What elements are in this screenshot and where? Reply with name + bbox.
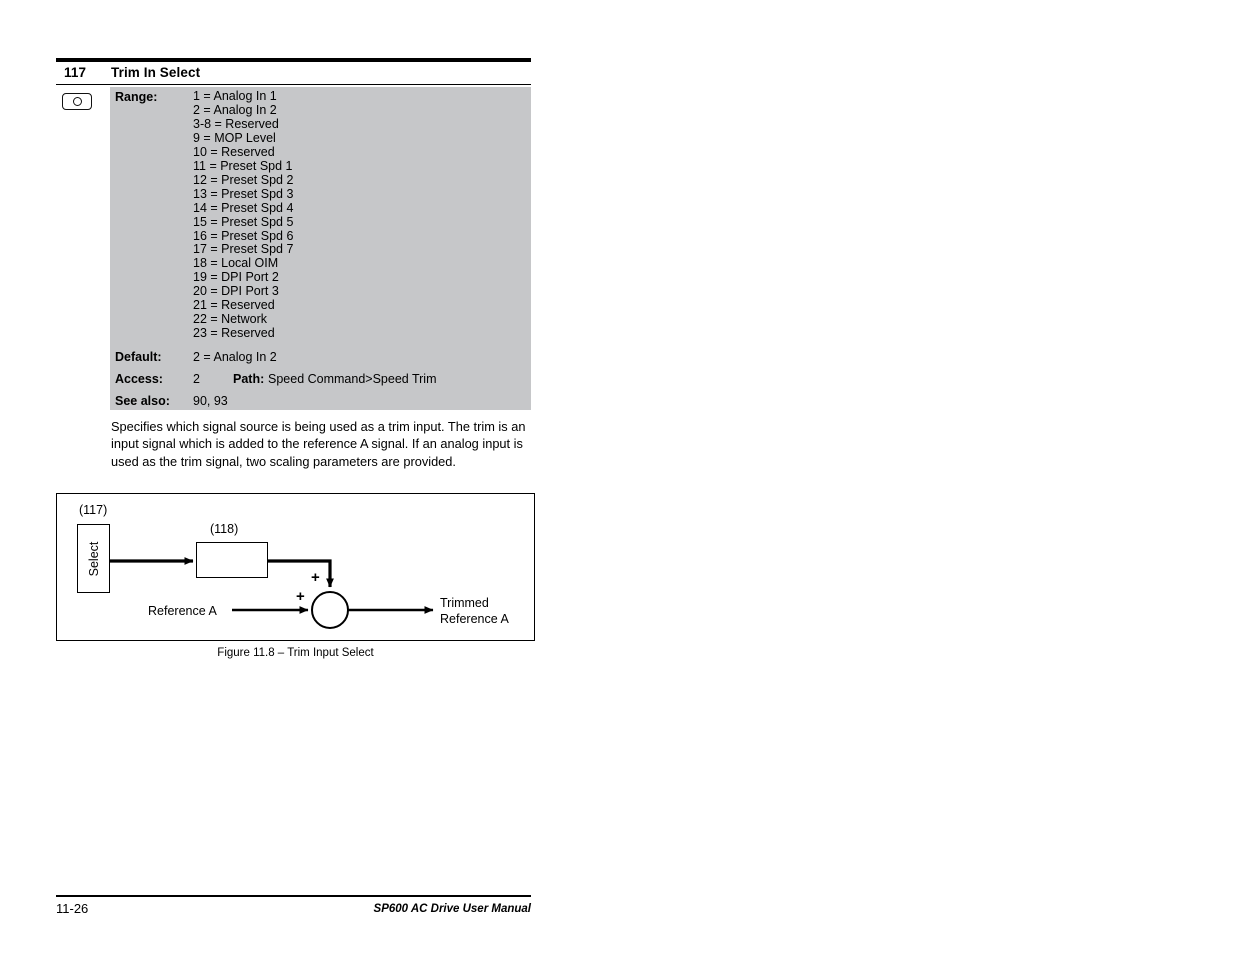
trim-signal-path <box>268 559 334 588</box>
figure-diagram <box>110 551 434 629</box>
switch-block <box>196 542 268 578</box>
figure-caption: Figure 11.8 – Trim Input Select <box>217 647 374 659</box>
figure-param-118-label: (118) <box>210 522 239 536</box>
sum-plus-sign-top: + <box>311 569 320 586</box>
select-block-label: Select <box>86 541 101 576</box>
summing-junction <box>311 591 349 629</box>
select-block: Select <box>77 524 110 593</box>
figure-output-label-line2: Reference A <box>440 612 509 626</box>
sum-plus-sign-left: + <box>296 588 305 605</box>
footer-manual-title: SP600 AC Drive User Manual <box>373 903 531 915</box>
document-page: 117 Trim In Select Range: 1 = Analog In … <box>0 0 1235 954</box>
figure-reference-a-label: Reference A <box>148 604 217 618</box>
figure-param-117-label: (117) <box>79 503 108 517</box>
figure-output-label-line1: Trimmed <box>440 596 489 610</box>
footer-rule <box>56 895 531 897</box>
